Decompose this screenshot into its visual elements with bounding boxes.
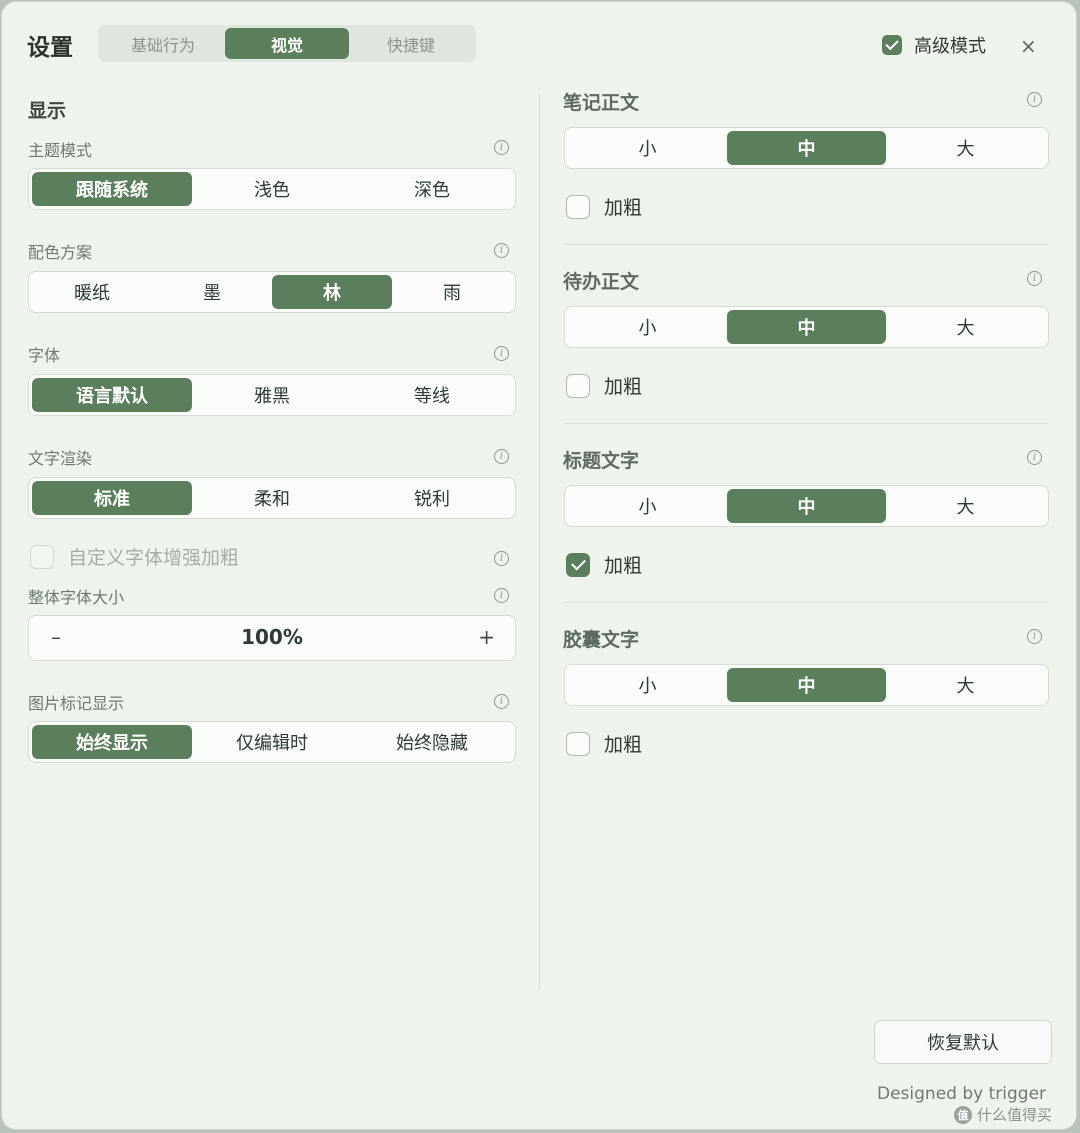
display-section-title: 显示 (28, 100, 67, 122)
reset-defaults-button[interactable]: 恢复默认 (874, 1020, 1052, 1064)
watermark-logo-icon: 值 (954, 1105, 972, 1124)
color-scheme-label: 配色方案 (28, 243, 93, 262)
size-option-large[interactable]: 大 (886, 668, 1045, 702)
section-divider (564, 244, 1048, 245)
todo-body-bold-checkbox[interactable] (566, 373, 590, 398)
font-size-label: 整体字体大小 (28, 588, 125, 607)
text-rendering-label: 文字渲染 (28, 449, 93, 468)
info-icon[interactable]: i (1027, 629, 1042, 644)
theme-mode-selector: 跟随系统 浅色 深色 (28, 168, 516, 210)
size-option-large[interactable]: 大 (886, 489, 1045, 523)
marker-option-edit-only[interactable]: 仅编辑时 (192, 725, 352, 759)
capsule-text-bold-checkbox[interactable] (566, 731, 590, 756)
font-label: 字体 (28, 346, 61, 365)
note-body-bold-label: 加粗 (604, 197, 643, 219)
custom-bold-label: 自定义字体增强加粗 (68, 547, 240, 569)
marker-option-always-show[interactable]: 始终显示 (32, 725, 192, 759)
info-icon[interactable]: i (494, 140, 509, 155)
marker-option-always-hide[interactable]: 始终隐藏 (352, 725, 512, 759)
note-body-title: 笔记正文 (563, 92, 640, 114)
image-marker-selector: 始终显示 仅编辑时 始终隐藏 (28, 721, 516, 763)
tab-shortcuts[interactable]: 快捷键 (349, 28, 473, 59)
heading-text-size-selector: 小 中 大 (564, 485, 1049, 527)
size-option-medium[interactable]: 中 (727, 489, 886, 523)
font-size-increase-button[interactable]: + (478, 625, 495, 649)
note-body-bold-row[interactable]: 加粗 (566, 193, 642, 220)
heading-text-bold-row[interactable]: 加粗 (566, 551, 642, 578)
info-icon[interactable]: i (494, 694, 509, 709)
font-option-yahei[interactable]: 雅黑 (192, 378, 352, 412)
tab-basic-behavior[interactable]: 基础行为 (101, 28, 225, 59)
size-option-medium[interactable]: 中 (727, 668, 886, 702)
todo-body-bold-label: 加粗 (604, 376, 643, 398)
heading-text-bold-label: 加粗 (604, 555, 643, 577)
scheme-option-ink[interactable]: 墨 (152, 275, 272, 309)
rendering-option-standard[interactable]: 标准 (32, 481, 192, 515)
watermark: 值 什么值得买 (954, 1104, 1052, 1125)
window-title: 设置 (27, 35, 73, 61)
info-icon[interactable]: i (1027, 450, 1042, 465)
scheme-option-warm-paper[interactable]: 暖纸 (32, 275, 152, 309)
top-tab-bar: 基础行为 视觉 快捷键 (98, 25, 476, 62)
info-icon[interactable]: i (494, 551, 509, 566)
watermark-text: 什么值得买 (977, 1106, 1053, 1124)
info-icon[interactable]: i (494, 588, 509, 603)
section-divider (564, 602, 1048, 603)
size-option-medium[interactable]: 中 (727, 131, 886, 165)
size-option-large[interactable]: 大 (886, 310, 1045, 344)
image-marker-label: 图片标记显示 (28, 694, 125, 713)
theme-mode-label: 主题模式 (28, 141, 93, 160)
size-option-medium[interactable]: 中 (727, 310, 886, 344)
scheme-option-forest[interactable]: 林 (272, 275, 392, 309)
size-option-small[interactable]: 小 (568, 310, 727, 344)
advanced-mode-toggle[interactable]: 高级模式 (882, 32, 986, 58)
size-option-small[interactable]: 小 (568, 489, 727, 523)
note-body-size-selector: 小 中 大 (564, 127, 1049, 169)
font-size-value: 100% (241, 625, 303, 649)
section-divider (564, 423, 1048, 424)
info-icon[interactable]: i (494, 243, 509, 258)
todo-body-size-selector: 小 中 大 (564, 306, 1049, 348)
custom-bold-checkbox[interactable] (30, 544, 54, 569)
close-icon[interactable]: × (1020, 34, 1037, 58)
size-option-small[interactable]: 小 (568, 668, 727, 702)
info-icon[interactable]: i (1027, 92, 1042, 107)
font-selector: 语言默认 雅黑 等线 (28, 374, 516, 416)
theme-option-follow-system[interactable]: 跟随系统 (32, 172, 192, 206)
settings-window: 设置 基础行为 视觉 快捷键 高级模式 × 显示 主题模式 i 跟随系统 浅色 … (2, 2, 1076, 1129)
capsule-text-title: 胶囊文字 (563, 629, 640, 651)
font-option-language-default[interactable]: 语言默认 (32, 378, 192, 412)
capsule-text-bold-row[interactable]: 加粗 (566, 730, 642, 757)
size-option-large[interactable]: 大 (886, 131, 1045, 165)
font-option-dengxian[interactable]: 等线 (352, 378, 512, 412)
info-icon[interactable]: i (1027, 271, 1042, 286)
heading-text-bold-checkbox[interactable] (566, 552, 590, 577)
note-body-bold-checkbox[interactable] (566, 194, 590, 219)
theme-option-light[interactable]: 浅色 (192, 172, 352, 206)
heading-text-title: 标题文字 (563, 450, 640, 472)
rendering-option-soft[interactable]: 柔和 (192, 481, 352, 515)
designer-credit: Designed by trigger (877, 1084, 1047, 1104)
advanced-mode-checkbox[interactable] (882, 35, 902, 55)
advanced-mode-label: 高级模式 (914, 36, 986, 57)
rendering-option-sharp[interactable]: 锐利 (352, 481, 512, 515)
capsule-text-size-selector: 小 中 大 (564, 664, 1049, 706)
font-size-stepper: – 100% + (28, 615, 516, 661)
scheme-option-rain[interactable]: 雨 (392, 275, 512, 309)
tab-visual[interactable]: 视觉 (225, 28, 349, 59)
info-icon[interactable]: i (494, 346, 509, 361)
column-divider (539, 94, 540, 990)
todo-body-title: 待办正文 (563, 271, 640, 293)
text-rendering-selector: 标准 柔和 锐利 (28, 477, 516, 519)
capsule-text-bold-label: 加粗 (604, 734, 643, 756)
color-scheme-selector: 暖纸 墨 林 雨 (28, 271, 516, 313)
custom-bold-row: 自定义字体增强加粗 (30, 543, 239, 570)
size-option-small[interactable]: 小 (568, 131, 727, 165)
todo-body-bold-row[interactable]: 加粗 (566, 372, 642, 399)
info-icon[interactable]: i (494, 449, 509, 464)
theme-option-dark[interactable]: 深色 (352, 172, 512, 206)
